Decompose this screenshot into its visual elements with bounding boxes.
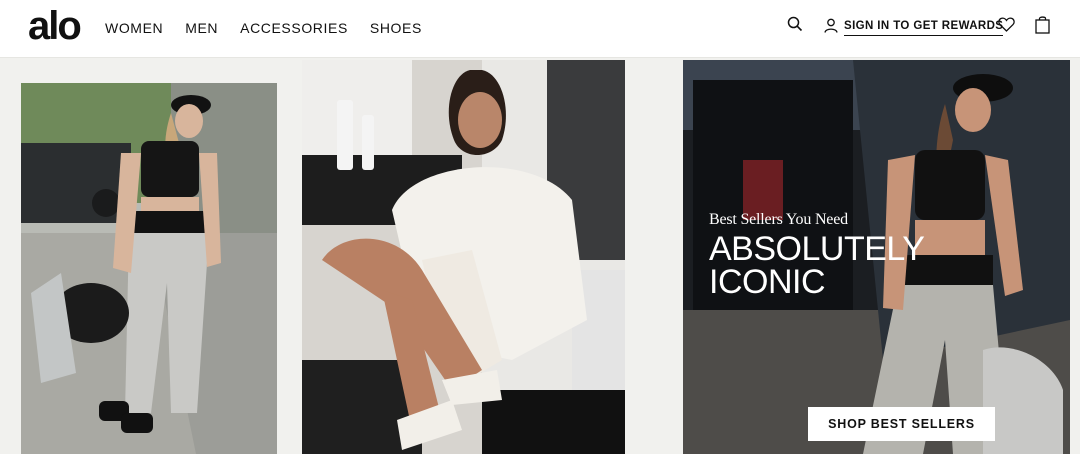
heart-icon[interactable] (998, 17, 1015, 37)
shop-best-sellers-button[interactable]: SHOP BEST SELLERS (808, 407, 995, 441)
promo-headline: ABSOLUTELY ICONIC (709, 230, 969, 301)
main-nav: WOMEN MEN ACCESSORIES SHOES (105, 19, 422, 37)
user-icon (824, 18, 838, 38)
promo-headline-line-2: ICONIC (709, 263, 826, 301)
product-image-walking-model[interactable] (21, 83, 277, 454)
nav-item-men[interactable]: MEN (185, 19, 218, 37)
nav-item-shoes[interactable]: SHOES (370, 19, 422, 37)
site-header: alo WOMEN MEN ACCESSORIES SHOES SIGN IN … (0, 0, 1080, 58)
nav-item-accessories[interactable]: ACCESSORIES (240, 19, 348, 37)
sign-in-link[interactable]: SIGN IN TO GET REWARDS (824, 18, 1004, 38)
shopping-bag-icon[interactable] (1035, 15, 1050, 39)
nav-item-women[interactable]: WOMEN (105, 19, 163, 37)
promo-headline-line-1: ABSOLUTELY (709, 230, 925, 268)
product-image-seated-model[interactable] (302, 60, 625, 454)
sign-in-label: SIGN IN TO GET REWARDS (844, 20, 1004, 36)
promo-eyebrow: Best Sellers You Need (709, 211, 848, 228)
search-icon[interactable] (787, 16, 803, 37)
brand-logo[interactable]: alo (28, 4, 82, 48)
